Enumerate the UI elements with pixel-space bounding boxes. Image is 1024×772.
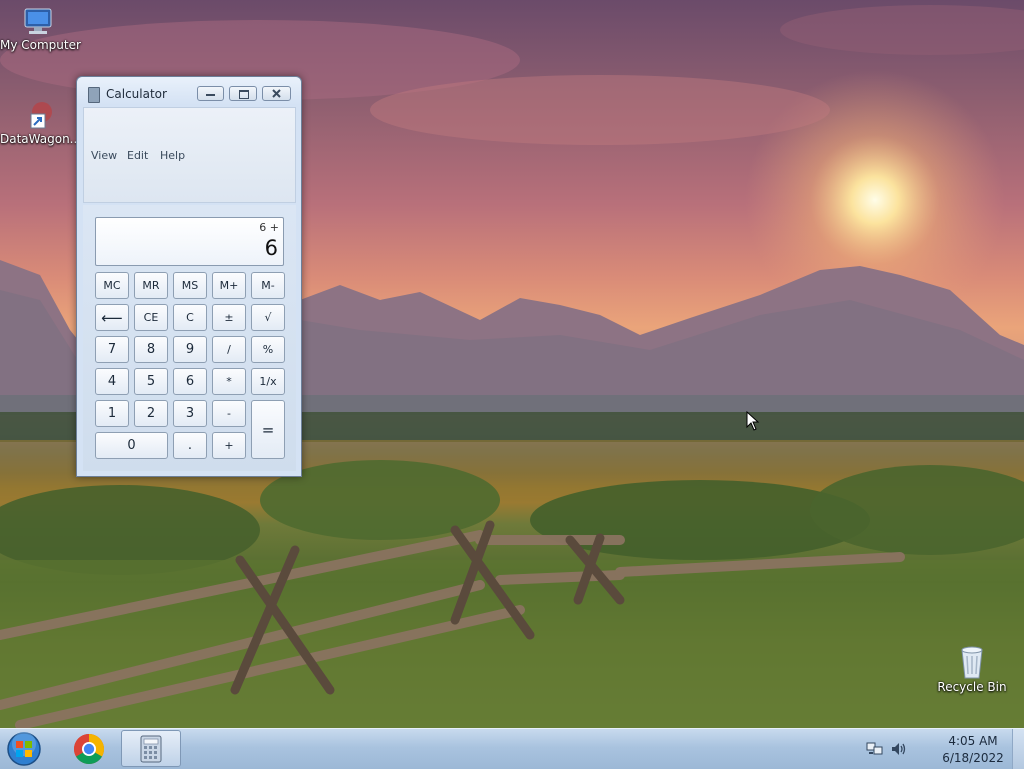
maximize-icon <box>239 90 249 99</box>
minimize-icon <box>206 94 215 96</box>
menu-edit[interactable]: Edit <box>127 149 148 162</box>
calculator-icon <box>140 735 162 763</box>
recycle-bin-icon <box>961 646 983 679</box>
menu-view[interactable]: View <box>91 149 117 162</box>
taskbar-chrome-button[interactable] <box>68 731 110 767</box>
key-0[interactable]: 0 <box>95 432 168 459</box>
display-expression: 6 + <box>259 221 279 234</box>
key-ce[interactable]: CE <box>134 304 168 331</box>
desktop-icon-my-computer[interactable]: My Computer <box>0 6 81 52</box>
key-6[interactable]: 6 <box>173 368 207 395</box>
key-sqrt[interactable]: √ <box>251 304 285 331</box>
key-7[interactable]: 7 <box>95 336 129 363</box>
volume-icon[interactable] <box>890 740 908 758</box>
key-percent[interactable]: % <box>251 336 285 363</box>
computer-icon <box>24 8 52 34</box>
close-button[interactable] <box>262 86 291 101</box>
key-mr[interactable]: MR <box>134 272 168 299</box>
desktop-icon-recycle-bin[interactable]: Recycle Bin <box>936 644 1008 694</box>
chrome-icon <box>73 734 105 765</box>
key-multiply[interactable]: * <box>212 368 246 395</box>
key-mc[interactable]: MC <box>95 272 129 299</box>
taskbar: 4:05 AM 6/18/2022 <box>0 728 1024 769</box>
key-ms[interactable]: MS <box>173 272 207 299</box>
window-title: Calculator <box>106 87 167 101</box>
key-backspace[interactable]: ⟵ <box>95 304 129 331</box>
calculator-body: 6 + 6 MC MR MS M+ M- ⟵ CE C ± √ 7 8 9 / … <box>83 205 296 471</box>
show-desktop-button[interactable] <box>1012 729 1024 769</box>
key-divide[interactable]: / <box>212 336 246 363</box>
maximize-button[interactable] <box>229 86 257 101</box>
key-2[interactable]: 2 <box>134 400 168 427</box>
key-9[interactable]: 9 <box>173 336 207 363</box>
network-icon[interactable] <box>866 740 884 758</box>
clock-date[interactable]: 6/18/2022 <box>940 751 1006 765</box>
key-c[interactable]: C <box>173 304 207 331</box>
desktop-icon-label: My Computer <box>0 38 81 52</box>
key-m-minus[interactable]: M- <box>251 272 285 299</box>
clock-time[interactable]: 4:05 AM <box>940 734 1006 748</box>
close-icon <box>272 89 281 98</box>
display-value: 6 <box>264 236 278 260</box>
mouse-cursor-icon <box>746 411 760 431</box>
menu-bar: View Edit Help <box>83 107 296 203</box>
start-button[interactable] <box>4 730 48 768</box>
key-add[interactable]: + <box>212 432 246 459</box>
key-5[interactable]: 5 <box>134 368 168 395</box>
desktop: My Computer DataWagon... Recycle Bin Cal… <box>0 0 1024 728</box>
key-m-plus[interactable]: M+ <box>212 272 246 299</box>
datawagon-shortcut-icon <box>30 102 52 129</box>
key-4[interactable]: 4 <box>95 368 129 395</box>
key-1[interactable]: 1 <box>95 400 129 427</box>
calculator-titlebar[interactable]: Calculator <box>77 77 301 105</box>
key-reciprocal[interactable]: 1/x <box>251 368 285 395</box>
desktop-icon-datawagon[interactable]: DataWagon... <box>0 100 82 146</box>
taskbar-calculator-button[interactable] <box>121 730 181 767</box>
key-plus-minus[interactable]: ± <box>212 304 246 331</box>
desktop-icon-label: Recycle Bin <box>937 680 1007 694</box>
key-3[interactable]: 3 <box>173 400 207 427</box>
key-8[interactable]: 8 <box>134 336 168 363</box>
desktop-icon-label: DataWagon... <box>0 132 82 146</box>
menu-help[interactable]: Help <box>160 149 185 162</box>
calculator-window[interactable]: Calculator View Edit Help 6 + 6 MC MR MS… <box>76 76 302 477</box>
calculator-display: 6 + 6 <box>95 217 284 266</box>
minimize-button[interactable] <box>197 86 224 101</box>
key-decimal[interactable]: . <box>173 432 207 459</box>
calculator-app-icon <box>88 87 100 103</box>
key-subtract[interactable]: - <box>212 400 246 427</box>
key-equals[interactable]: = <box>251 400 285 459</box>
windows-start-orb-icon <box>7 732 41 766</box>
